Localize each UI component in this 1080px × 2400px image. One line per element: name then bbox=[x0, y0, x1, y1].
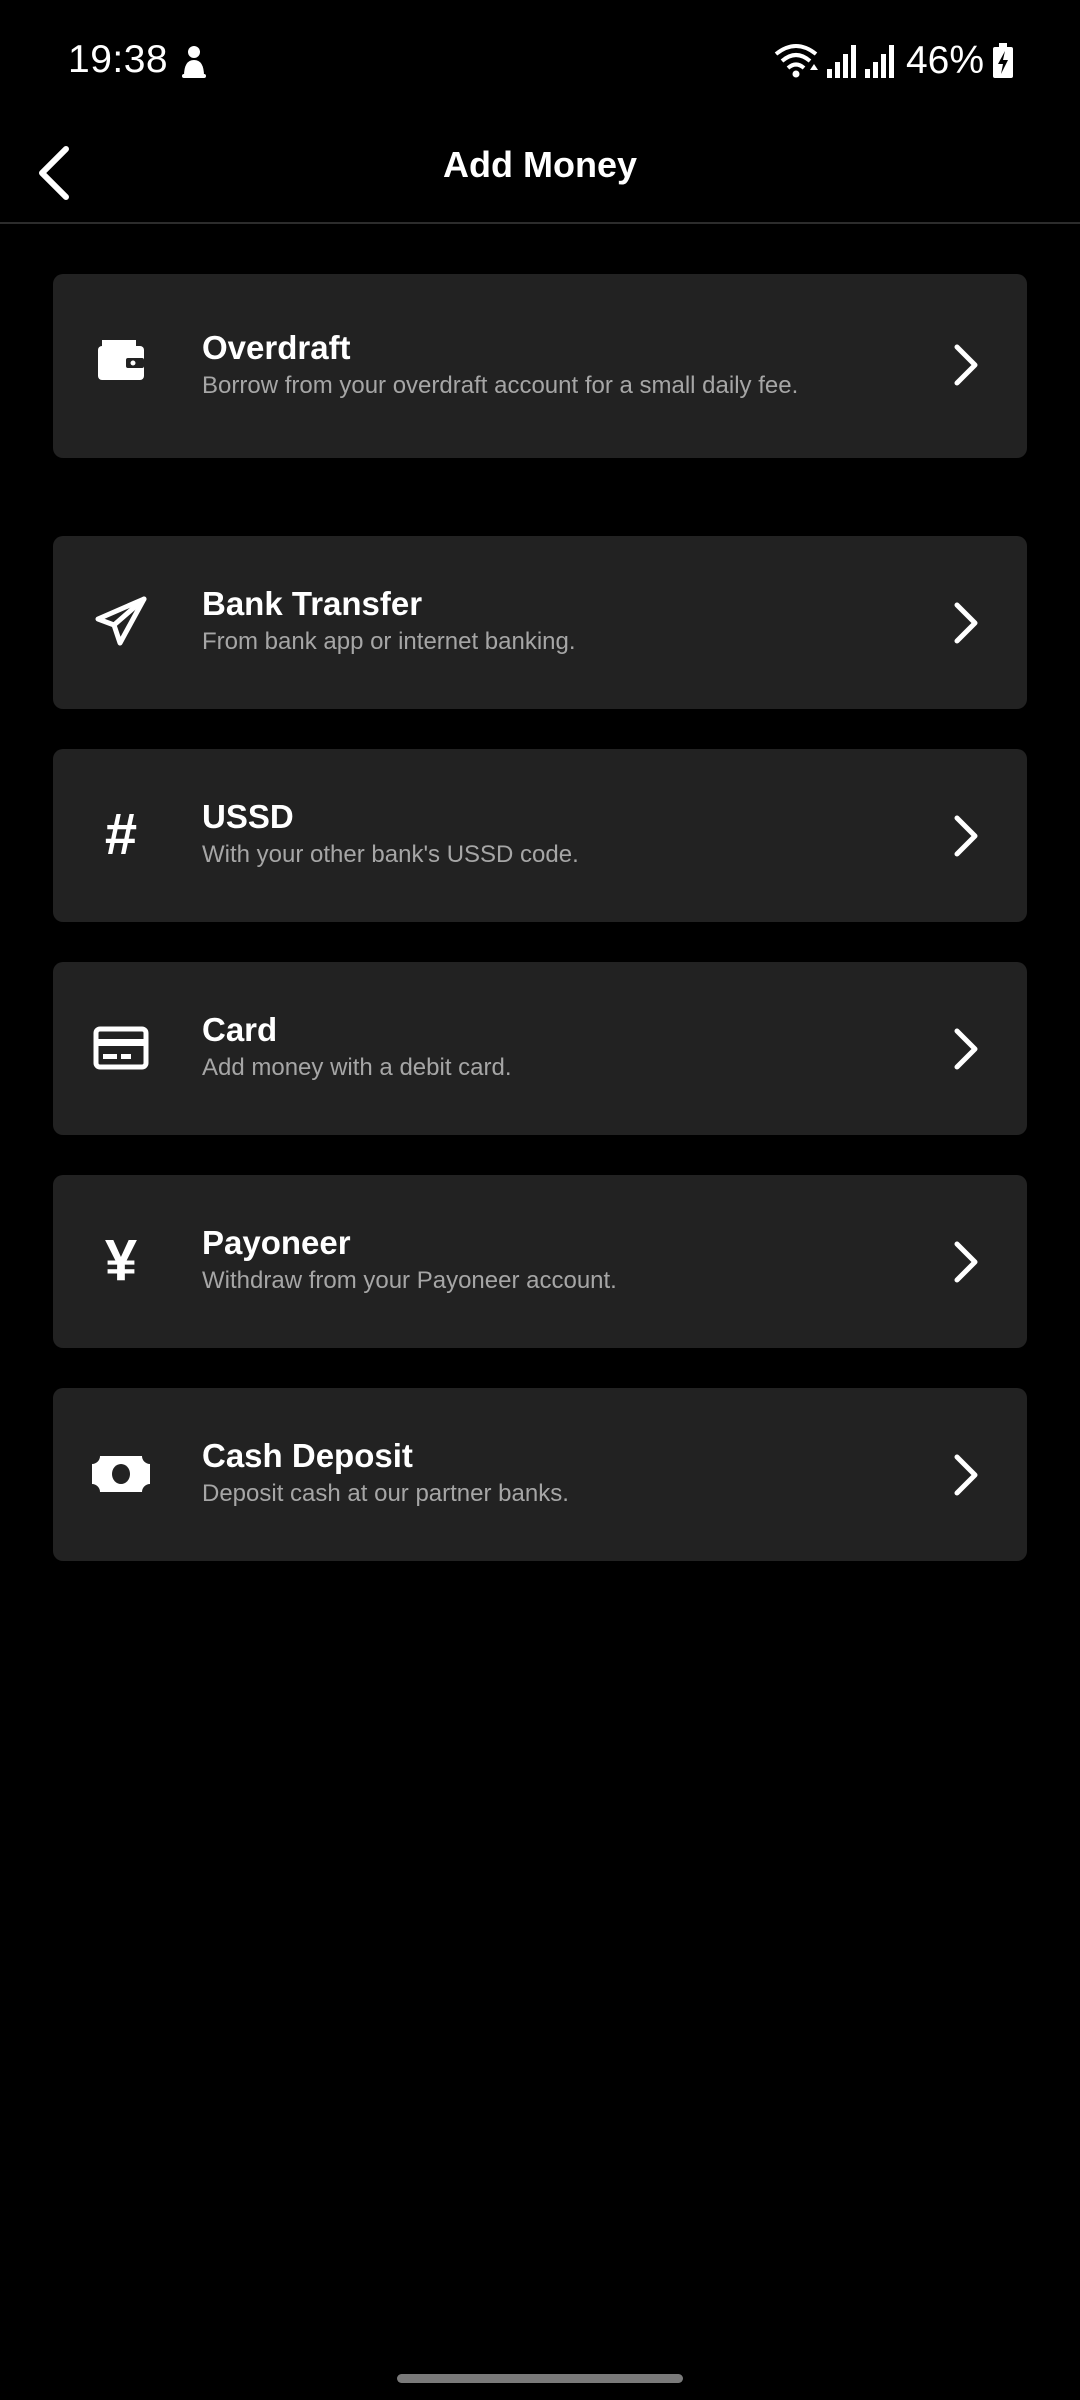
battery-percentage: 46% bbox=[905, 39, 984, 82]
option-overdraft[interactable]: Overdraft Borrow from your overdraft acc… bbox=[53, 274, 1027, 458]
status-indicators: 46% bbox=[774, 36, 1014, 86]
page-title: Add Money bbox=[443, 144, 637, 185]
chevron-right-icon bbox=[947, 1024, 983, 1074]
wallet-icon bbox=[91, 330, 151, 390]
hash-glyph: # bbox=[104, 802, 138, 867]
app-header: Add Money bbox=[0, 124, 1080, 224]
banknote-icon bbox=[91, 1444, 151, 1504]
option-title: Payoneer bbox=[202, 1224, 351, 1261]
signal-icon-2 bbox=[864, 43, 894, 79]
signal-icon-1 bbox=[826, 43, 856, 79]
yen-icon: ¥ bbox=[91, 1231, 151, 1291]
chevron-right-icon bbox=[947, 1237, 983, 1287]
option-subtitle: Withdraw from your Payoneer account. bbox=[202, 1267, 617, 1294]
paper-plane-icon bbox=[91, 592, 151, 652]
option-subtitle: Borrow from your overdraft account for a… bbox=[202, 372, 799, 399]
chevron-right-icon bbox=[947, 598, 983, 648]
option-card[interactable]: Card Add money with a debit card. bbox=[53, 962, 1027, 1135]
option-title: USSD bbox=[202, 798, 294, 835]
credit-card-icon bbox=[91, 1018, 151, 1078]
yen-glyph: ¥ bbox=[104, 1228, 138, 1293]
option-cash-deposit[interactable]: Cash Deposit Deposit cash at our partner… bbox=[53, 1388, 1027, 1561]
wifi-icon bbox=[774, 42, 818, 80]
option-title: Overdraft bbox=[202, 329, 351, 366]
chevron-right-icon bbox=[947, 340, 983, 390]
battery-charging-icon bbox=[992, 43, 1014, 79]
option-subtitle: With your other bank's USSD code. bbox=[202, 841, 579, 868]
chevron-right-icon bbox=[947, 1450, 983, 1500]
status-bar: 19:38 46% bbox=[0, 0, 1080, 124]
option-subtitle: Add money with a debit card. bbox=[202, 1054, 512, 1081]
status-time: 19:38 bbox=[68, 38, 169, 81]
hash-icon: # bbox=[91, 805, 151, 865]
chevron-right-icon bbox=[947, 811, 983, 861]
option-payoneer[interactable]: ¥ Payoneer Withdraw from your Payoneer a… bbox=[53, 1175, 1027, 1348]
option-subtitle: Deposit cash at our partner banks. bbox=[202, 1480, 569, 1507]
option-title: Card bbox=[202, 1011, 278, 1048]
option-subtitle: From bank app or internet banking. bbox=[202, 628, 576, 655]
option-title: Bank Transfer bbox=[202, 585, 423, 622]
notification-icon bbox=[176, 42, 212, 82]
option-title: Cash Deposit bbox=[202, 1437, 413, 1474]
home-indicator[interactable] bbox=[397, 2374, 683, 2383]
option-bank-transfer[interactable]: Bank Transfer From bank app or internet … bbox=[53, 536, 1027, 709]
option-ussd[interactable]: # USSD With your other bank's USSD code. bbox=[53, 749, 1027, 922]
